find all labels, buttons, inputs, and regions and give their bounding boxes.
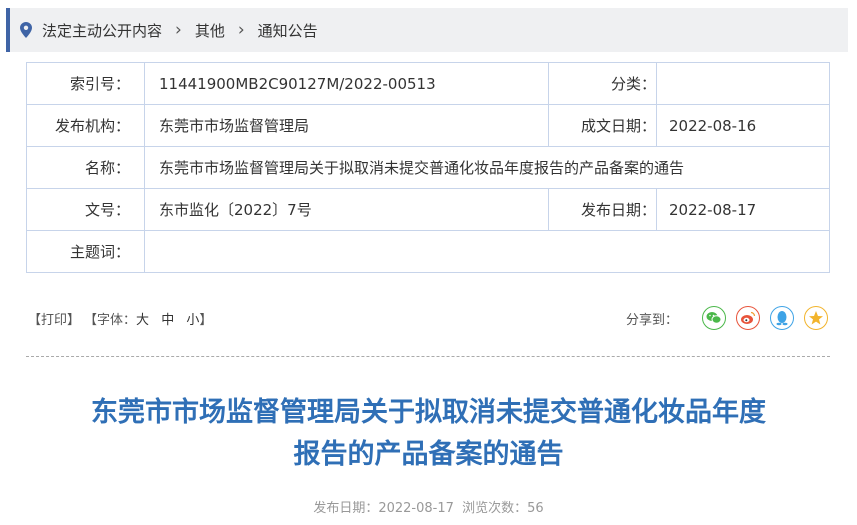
article-toolbar: 【打印】 【字体：大 中 小】 分享到： <box>28 303 828 333</box>
name-label: 名称： <box>26 146 145 189</box>
name-value: 东莞市市场监督管理局关于拟取消未提交普通化妆品年度报告的产品备案的通告 <box>144 146 830 189</box>
article-title-line-2: 报告的产品备案的通告 <box>293 439 564 470</box>
publisher-value: 东莞市市场监督管理局 <box>144 104 549 147</box>
chevron-right-icon: › <box>175 19 182 40</box>
breadcrumb-item-public-content[interactable]: 法定主动公开内容 <box>42 20 162 41</box>
subject-label: 主题词： <box>26 230 145 273</box>
breadcrumb-item-other[interactable]: 其他 <box>195 20 225 41</box>
print-button[interactable]: 【打印】 <box>28 309 80 328</box>
breadcrumb-item-notices[interactable]: 通知公告 <box>258 20 318 41</box>
written-date-value: 2022-08-16 <box>656 104 830 147</box>
doc-number-value: 东市监化〔2022〕7号 <box>144 188 549 231</box>
wechat-icon[interactable] <box>702 306 726 330</box>
category-value <box>656 62 830 105</box>
document-metadata-table: 索引号： 11441900MB2C90127M/2022-00513 分类： 发… <box>26 62 830 273</box>
font-size-controls: 【字体：大 中 小】 <box>84 309 212 328</box>
publish-info: 发布日期：2022-08-17 浏览次数：56 <box>313 501 544 516</box>
subject-value <box>144 230 830 273</box>
chevron-right-icon: › <box>237 19 245 40</box>
breadcrumb: 法定主动公开内容 › 其他 › 通知公告 <box>6 8 848 52</box>
font-size-prefix: 【字体： <box>84 312 137 328</box>
publish-date-value: 2022-08-17 <box>656 188 830 231</box>
qzone-icon[interactable] <box>804 306 828 330</box>
publisher-label: 发布机构： <box>26 104 145 147</box>
article-title-line-1: 东莞市市场监督管理局关于拟取消未提交普通化妆品年度 <box>91 397 766 428</box>
font-small-button[interactable]: 小 <box>186 313 199 328</box>
font-large-button[interactable]: 大 <box>136 313 149 328</box>
share-label: 分享到： <box>625 312 678 328</box>
category-label: 分类： <box>548 62 657 105</box>
location-pin-icon <box>20 22 32 38</box>
section-divider <box>26 356 830 357</box>
article-title: 东莞市市场监督管理局关于拟取消未提交普通化妆品年度 报告的产品备案的通告 <box>20 392 837 476</box>
font-medium-button[interactable]: 中 <box>161 313 174 328</box>
index-label: 索引号： <box>26 62 145 105</box>
doc-number-label: 文号： <box>26 188 145 231</box>
index-value: 11441900MB2C90127M/2022-00513 <box>144 62 549 105</box>
font-size-suffix: 】 <box>199 312 213 328</box>
written-date-label: 成文日期： <box>548 104 657 147</box>
publish-date-label: 发布日期： <box>548 188 657 231</box>
weibo-icon[interactable] <box>736 306 760 330</box>
qq-icon[interactable] <box>770 306 794 330</box>
